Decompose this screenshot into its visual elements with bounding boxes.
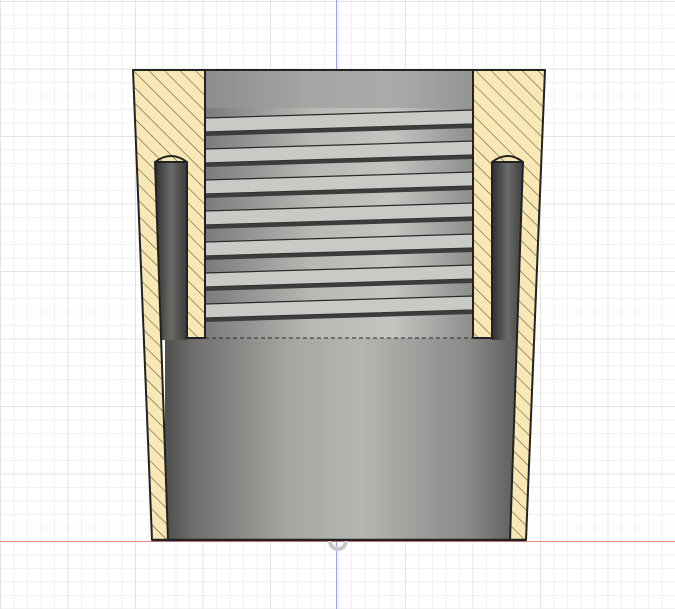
bore-surface [165,338,521,540]
canvas-viewport[interactable] [0,0,675,609]
section-model[interactable] [0,0,675,609]
origin-icon[interactable] [328,540,348,551]
thread-entry [205,70,473,108]
